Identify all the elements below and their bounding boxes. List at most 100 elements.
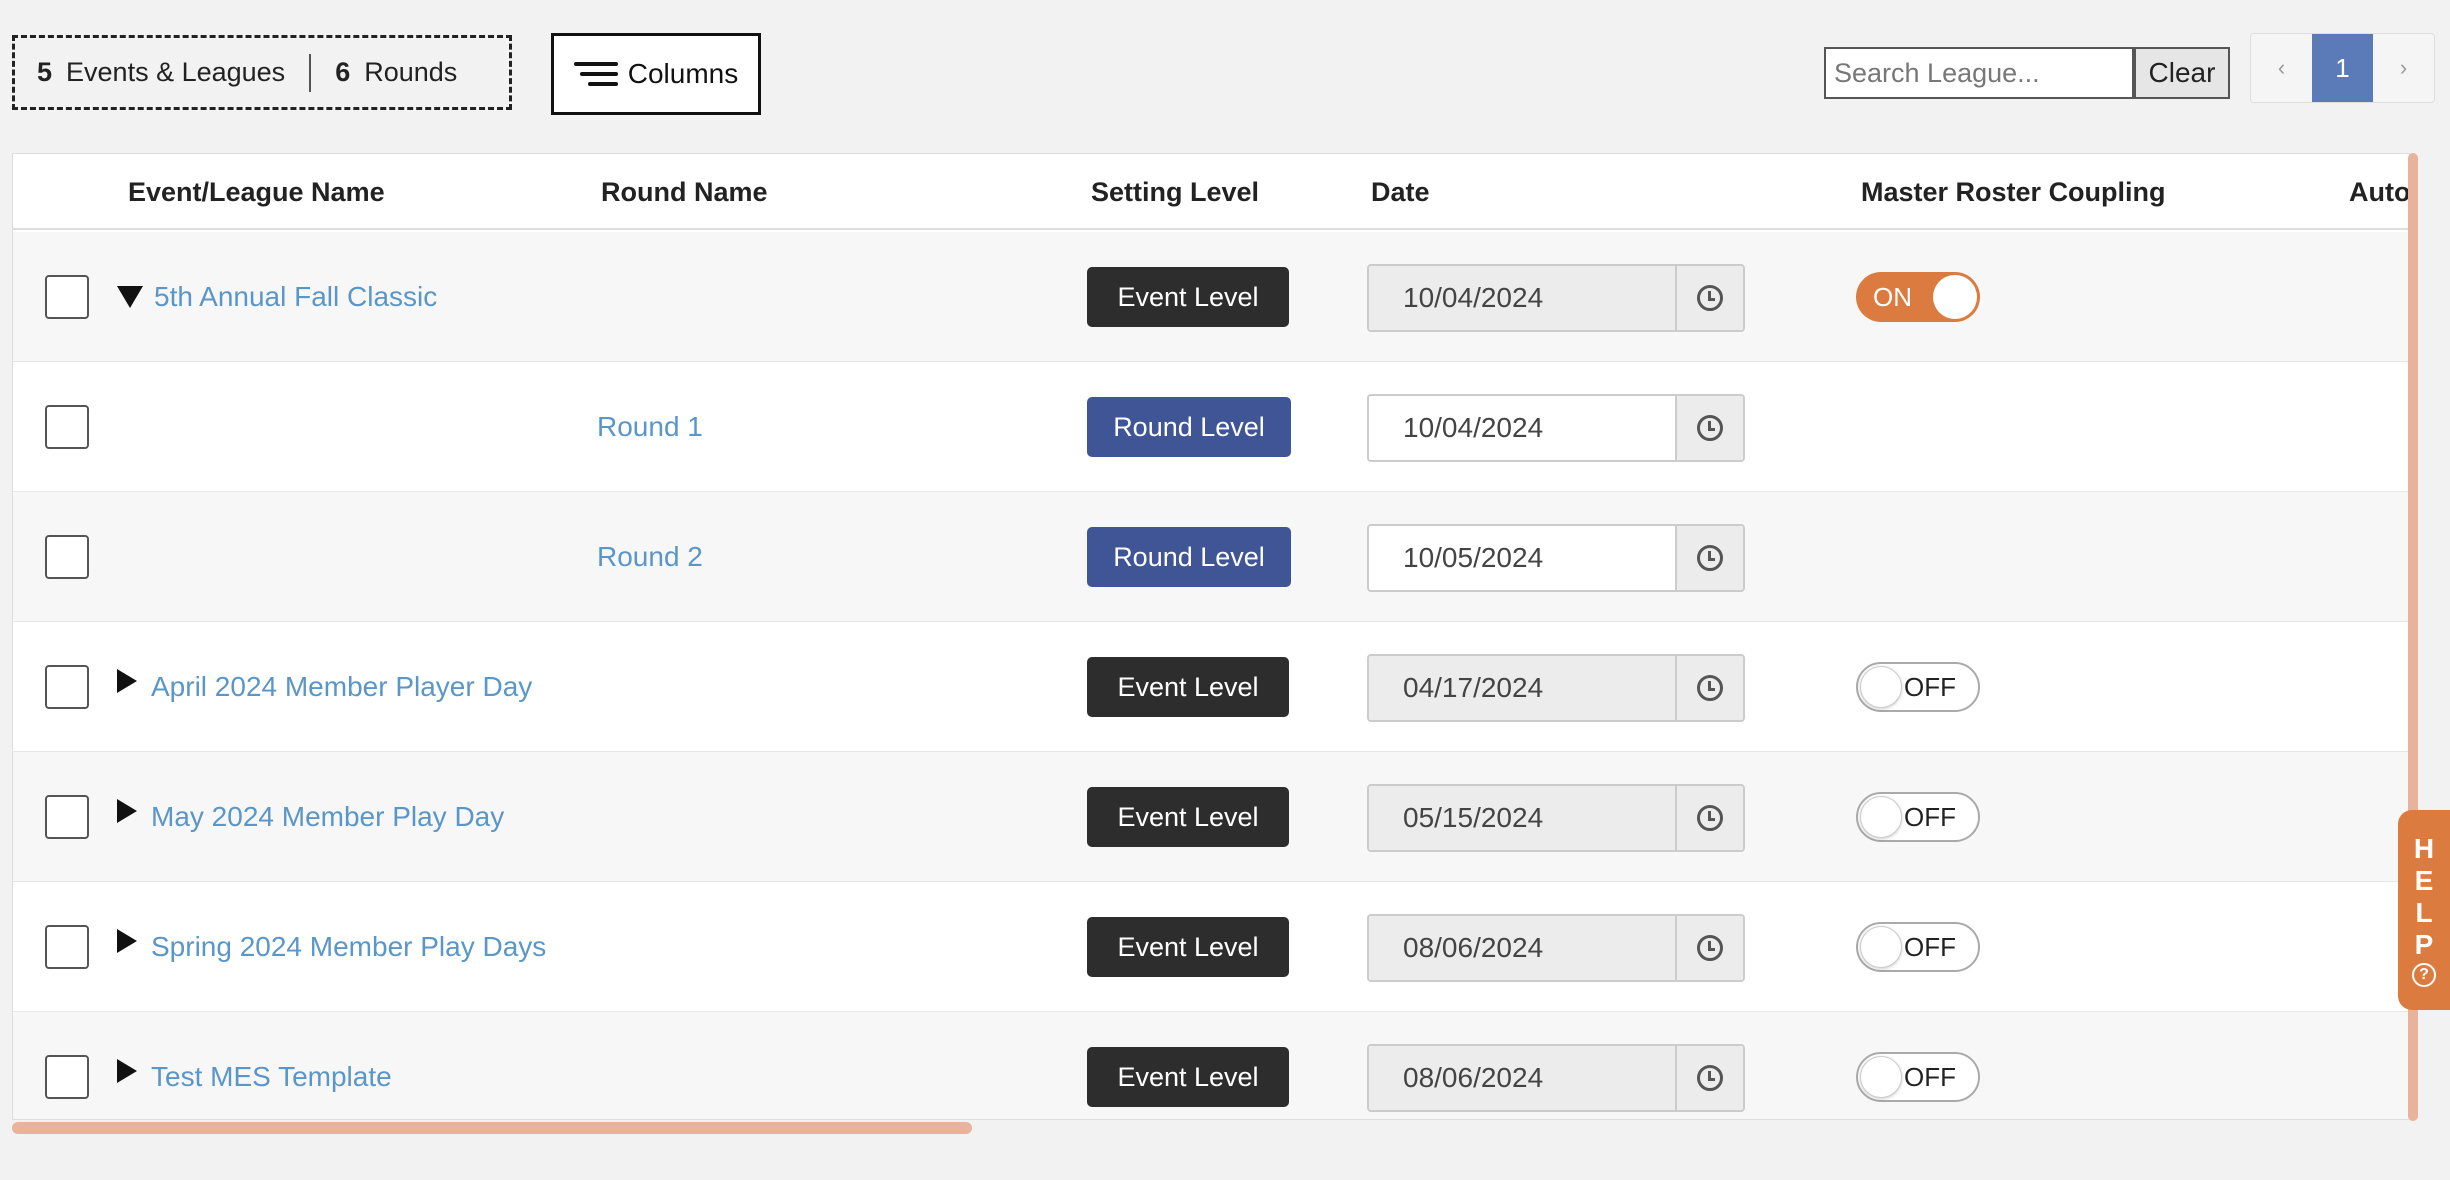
event-name-link[interactable]: Spring 2024 Member Play Days (151, 882, 546, 1012)
event-name-link[interactable]: 5th Annual Fall Classic (154, 232, 437, 362)
date-value[interactable]: 10/04/2024 (1369, 396, 1677, 460)
toggle-knob (1860, 796, 1902, 838)
clock-icon (1697, 545, 1723, 571)
date-field[interactable]: 08/06/2024 (1367, 914, 1745, 982)
help-letter: L (2415, 897, 2433, 928)
round-name-link[interactable]: Round 2 (597, 492, 703, 622)
table-header: Event/League Name Round Name Setting Lev… (13, 154, 2409, 230)
date-value[interactable]: 04/17/2024 (1369, 656, 1677, 720)
clock-icon (1697, 285, 1723, 311)
date-field[interactable]: 10/04/2024 (1367, 264, 1745, 332)
date-picker-button[interactable] (1677, 786, 1743, 850)
date-value[interactable]: 10/04/2024 (1369, 266, 1677, 330)
row-checkbox[interactable] (45, 1055, 89, 1099)
event-row: May 2024 Member Play Day Event Level 05/15… (13, 752, 2409, 882)
caret-down-icon[interactable] (117, 286, 143, 308)
date-value[interactable]: 08/06/2024 (1369, 1046, 1677, 1110)
row-checkbox[interactable] (45, 795, 89, 839)
date-field[interactable]: 08/06/2024 (1367, 1044, 1745, 1112)
setting-level-badge[interactable]: Event Level (1087, 917, 1289, 977)
header-master-roster-coupling[interactable]: Master Roster Coupling (1861, 154, 2166, 230)
question-circle-icon: ? (2412, 963, 2436, 987)
setting-level-badge[interactable]: Event Level (1087, 1047, 1289, 1107)
events-count-number: 5 (37, 57, 53, 87)
header-round-name[interactable]: Round Name (601, 154, 768, 230)
row-checkbox[interactable] (45, 535, 89, 579)
header-event-name[interactable]: Event/League Name (128, 154, 385, 230)
rounds-count-number: 6 (335, 57, 351, 87)
date-picker-button[interactable] (1677, 526, 1743, 590)
setting-level-badge[interactable]: Round Level (1087, 397, 1291, 457)
date-picker-button[interactable] (1677, 266, 1743, 330)
setting-level-badge[interactable]: Round Level (1087, 527, 1291, 587)
caret-right-icon[interactable] (117, 929, 137, 953)
pagination-prev-button[interactable]: ‹ (2251, 34, 2312, 102)
event-row: Spring 2024 Member Play Days Event Level 0… (13, 882, 2409, 1012)
help-tab[interactable]: H E L P ? (2398, 810, 2450, 1010)
round-row: Round 1 Round Level 10/04/2024 (13, 362, 2409, 492)
master-roster-coupling-toggle[interactable]: OFF (1856, 1052, 1980, 1102)
clock-icon (1697, 1065, 1723, 1091)
date-picker-button[interactable] (1677, 1046, 1743, 1110)
header-setting-level[interactable]: Setting Level (1091, 154, 1259, 230)
columns-button[interactable]: Columns (551, 33, 761, 115)
row-checkbox[interactable] (45, 275, 89, 319)
event-row: April 2024 Member Player Day Event Level 0… (13, 622, 2409, 752)
help-letter: P (2414, 929, 2434, 960)
date-picker-button[interactable] (1677, 916, 1743, 980)
pagination-page-button[interactable]: 1 (2312, 34, 2373, 102)
date-value[interactable]: 10/05/2024 (1369, 526, 1677, 590)
date-field[interactable]: 04/17/2024 (1367, 654, 1745, 722)
toggle-knob (1860, 926, 1902, 968)
event-name-link[interactable]: May 2024 Member Play Day (151, 752, 504, 882)
event-row: 5th Annual Fall Classic Event Level 10/04/… (13, 232, 2409, 362)
row-checkbox[interactable] (45, 405, 89, 449)
master-roster-coupling-toggle[interactable]: OFF (1856, 662, 1980, 712)
clock-icon (1697, 675, 1723, 701)
header-date[interactable]: Date (1371, 154, 1430, 230)
caret-right-icon[interactable] (117, 669, 137, 693)
setting-level-badge[interactable]: Event Level (1087, 267, 1289, 327)
date-field[interactable]: 05/15/2024 (1367, 784, 1745, 852)
events-count-label: Events & Leagues (66, 57, 286, 87)
date-value[interactable]: 05/15/2024 (1369, 786, 1677, 850)
columns-lines-icon (573, 62, 618, 86)
toggle-label: OFF (1904, 801, 1956, 832)
header-auto[interactable]: Auto (2349, 154, 2409, 230)
caret-right-icon[interactable] (117, 799, 137, 823)
setting-level-badge[interactable]: Event Level (1087, 657, 1289, 717)
columns-button-label: Columns (627, 58, 739, 89)
pagination: ‹ 1 › (2250, 33, 2435, 103)
master-roster-coupling-toggle[interactable]: ON (1856, 272, 1980, 322)
clock-icon (1697, 415, 1723, 441)
help-letter: H (2413, 833, 2435, 864)
pagination-next-button[interactable]: › (2373, 34, 2434, 102)
toggle-label: OFF (1904, 671, 1956, 702)
event-name-link[interactable]: Test MES Template (151, 1012, 392, 1119)
clear-button[interactable]: Clear (2134, 47, 2230, 99)
round-name-link[interactable]: Round 1 (597, 362, 703, 492)
rounds-count-label: Rounds (364, 57, 458, 87)
event-name-link[interactable]: April 2024 Member Player Day (151, 622, 532, 752)
search-league-input[interactable] (1824, 47, 2134, 99)
toggle-knob (1933, 275, 1977, 319)
events-count: 5 Events & Leagues (15, 38, 309, 107)
help-letter: E (2414, 865, 2434, 896)
rounds-count: 6 Rounds (311, 38, 481, 107)
date-picker-button[interactable] (1677, 656, 1743, 720)
toggle-label: OFF (1904, 1061, 1956, 1092)
row-checkbox[interactable] (45, 925, 89, 969)
date-picker-button[interactable] (1677, 396, 1743, 460)
master-roster-coupling-toggle[interactable]: OFF (1856, 792, 1980, 842)
master-roster-coupling-toggle[interactable]: OFF (1856, 922, 1980, 972)
setting-level-badge[interactable]: Event Level (1087, 787, 1289, 847)
date-field[interactable]: 10/04/2024 (1367, 394, 1745, 462)
caret-right-icon[interactable] (117, 1059, 137, 1083)
date-value[interactable]: 08/06/2024 (1369, 916, 1677, 980)
horizontal-scrollbar[interactable] (12, 1122, 972, 1134)
clock-icon (1697, 935, 1723, 961)
row-checkbox[interactable] (45, 665, 89, 709)
toggle-label: OFF (1904, 931, 1956, 962)
date-field[interactable]: 10/05/2024 (1367, 524, 1745, 592)
round-row: Round 2 Round Level 10/05/2024 (13, 492, 2409, 622)
